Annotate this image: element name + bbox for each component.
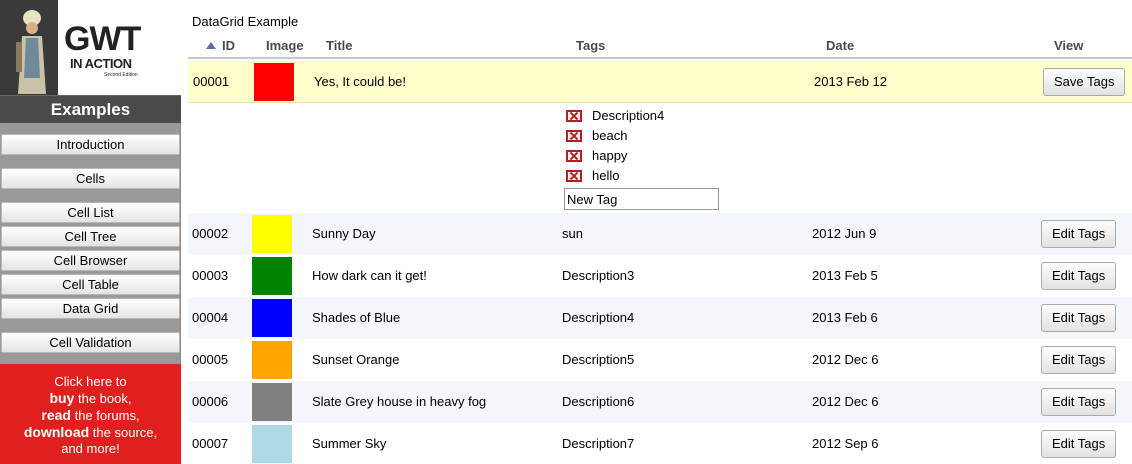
row-date: 2012 Dec 6 <box>812 394 879 409</box>
table-row[interactable]: 00006 Slate Grey house in heavy fog Desc… <box>188 381 1132 423</box>
row-image <box>252 425 292 463</box>
edit-tags-button[interactable]: Edit Tags <box>1041 262 1117 290</box>
row-image <box>252 299 292 337</box>
row-title: Yes, It could be! <box>314 74 407 89</box>
header-title[interactable]: Title <box>326 38 353 53</box>
row-date: 2013 Feb 5 <box>812 268 878 283</box>
row-title: How dark can it get! <box>312 268 427 283</box>
row-id: 00007 <box>192 436 229 451</box>
table-row[interactable]: 00007 Summer Sky Description7 2012 Sep 6… <box>188 423 1132 464</box>
sort-ascending-icon <box>206 42 216 49</box>
row-title: Shades of Blue <box>312 310 401 325</box>
tag-label: hello <box>592 168 620 183</box>
row-title: Summer Sky <box>312 436 387 451</box>
book-logo[interactable]: GWT IN ACTION Second Edition <box>0 0 181 95</box>
table-row[interactable]: 00002 Sunny Day sun 2012 Jun 9 Edit Tags <box>188 213 1132 255</box>
nav-data-grid[interactable]: Data Grid <box>1 298 180 319</box>
save-tags-button[interactable]: Save Tags <box>1043 68 1126 96</box>
examples-heading: Examples <box>0 95 181 123</box>
tag-label: happy <box>592 148 628 163</box>
row-title: Sunny Day <box>312 226 376 241</box>
row-date: 2012 Dec 6 <box>812 352 879 367</box>
row-title: Sunset Orange <box>312 352 400 367</box>
row-title: Slate Grey house in heavy fog <box>312 394 487 409</box>
remove-tag-icon[interactable] <box>566 150 582 162</box>
nav-cells[interactable]: Cells <box>1 168 180 189</box>
book-cover-figure-icon <box>16 10 46 94</box>
logo-gwt-text: GWT <box>64 20 141 58</box>
row-id: 00005 <box>192 352 229 367</box>
header-tags: Tags <box>576 38 606 53</box>
row-tags: sun <box>562 226 583 241</box>
logo-edition-text: Second Edition <box>104 72 138 78</box>
promo-book-text: the book, <box>74 391 132 406</box>
nav-cell-list[interactable]: Cell List <box>1 202 180 223</box>
edit-tags-button[interactable]: Edit Tags <box>1041 430 1117 458</box>
row-image <box>252 215 292 253</box>
header-id[interactable]: ID <box>206 38 235 53</box>
table-row[interactable]: 00005 Sunset Orange Description5 2012 De… <box>188 339 1132 381</box>
row-image <box>252 383 292 421</box>
promo-buy: buy <box>49 390 75 406</box>
nav-cell-table[interactable]: Cell Table <box>1 274 180 295</box>
remove-tag-icon[interactable] <box>566 130 582 142</box>
promo-line-5: and more! <box>61 441 120 456</box>
header-view: View <box>1054 38 1084 53</box>
table-row[interactable]: 00004 Shades of Blue Description4 2013 F… <box>188 297 1132 339</box>
edit-tags-button[interactable]: Edit Tags <box>1041 220 1117 248</box>
promo-line-4: download the source, <box>0 424 181 441</box>
row-tags: Description3 <box>562 268 635 283</box>
header-id-label: ID <box>222 38 235 53</box>
row-tags: Description6 <box>562 394 635 409</box>
header-image: Image <box>266 38 304 53</box>
promo-line-3: read the forums, <box>0 407 181 424</box>
nav-cell-tree[interactable]: Cell Tree <box>1 226 180 247</box>
edit-tags-button[interactable]: Edit Tags <box>1041 304 1117 332</box>
promo-read: read <box>41 407 71 423</box>
row-date: 2013 Feb 6 <box>812 310 878 325</box>
promo-banner[interactable]: Click here to buy the book, read the for… <box>0 364 181 464</box>
row-image <box>252 341 292 379</box>
tag-editor: Description4 beach happy hello <box>188 104 1132 213</box>
row-tags: Description5 <box>562 352 635 367</box>
row-date: 2012 Jun 9 <box>812 226 877 241</box>
row-id: 00004 <box>192 310 229 325</box>
remove-tag-icon[interactable] <box>566 170 582 182</box>
nav-introduction[interactable]: Introduction <box>1 134 180 155</box>
edit-tags-button[interactable]: Edit Tags <box>1041 346 1117 374</box>
row-id: 00001 <box>193 74 230 89</box>
row-id: 00002 <box>192 226 229 241</box>
row-image <box>254 63 294 101</box>
grid-title: DataGrid Example <box>192 14 299 29</box>
promo-forums-text: the forums, <box>70 408 140 423</box>
row-id: 00006 <box>192 394 229 409</box>
nav-cell-validation[interactable]: Cell Validation <box>1 332 180 353</box>
row-date: 2013 Feb 12 <box>814 74 888 89</box>
logo-in-action-text: IN ACTION <box>70 56 132 71</box>
grid-header: ID Image Title Tags Date View <box>188 34 1132 59</box>
nav-cell-browser[interactable]: Cell Browser <box>1 250 180 271</box>
new-tag-input[interactable] <box>564 188 719 210</box>
header-date[interactable]: Date <box>826 38 854 53</box>
promo-download: download <box>23 424 90 440</box>
row-id: 00003 <box>192 268 229 283</box>
table-row[interactable]: 00001 Yes, It could be! 2013 Feb 12 Save… <box>188 61 1132 103</box>
edit-tags-button[interactable]: Edit Tags <box>1041 388 1117 416</box>
table-row[interactable]: 00003 How dark can it get! Description3 … <box>188 255 1132 297</box>
tag-label: Description4 <box>592 108 665 123</box>
row-tags: Description7 <box>562 436 635 451</box>
row-date: 2012 Sep 6 <box>812 436 879 451</box>
tag-label: beach <box>592 128 628 143</box>
promo-line-1: Click here to <box>54 374 127 389</box>
data-grid-panel: DataGrid Example ID Image Title Tags Dat… <box>188 0 1132 464</box>
remove-tag-icon[interactable] <box>566 110 582 122</box>
sidebar: GWT IN ACTION Second Edition Examples In… <box>0 0 181 464</box>
promo-source-text: the source, <box>89 425 158 440</box>
row-image <box>252 257 292 295</box>
row-tags: Description4 <box>562 310 635 325</box>
promo-line-2: buy the book, <box>0 390 181 407</box>
